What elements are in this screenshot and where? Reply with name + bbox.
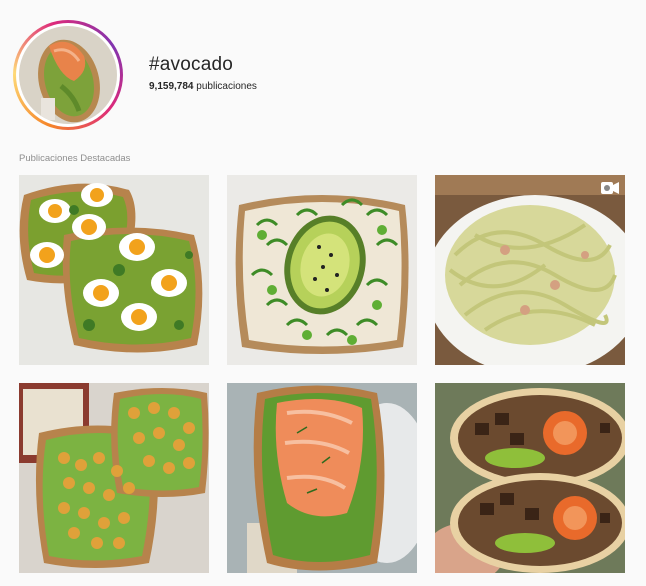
hashtag-title: #avocado	[149, 54, 234, 75]
post-tile[interactable]	[19, 175, 209, 365]
top-posts-heading: Publicaciones Destacadas	[19, 153, 131, 164]
egg-avocado-toast-image	[19, 175, 209, 365]
post-count: 9,159,784 publicaciones	[149, 81, 257, 92]
avocado-microgreens-toast-image	[227, 175, 417, 365]
shrimp-burrito-image	[435, 383, 625, 573]
salmon-avocado-toast-image	[227, 383, 417, 573]
post-tile[interactable]	[227, 383, 417, 573]
post-tile[interactable]	[227, 175, 417, 365]
post-count-label: publicaciones	[196, 81, 257, 92]
avocado-pasta-image	[435, 175, 625, 365]
post-tile[interactable]	[19, 383, 209, 573]
story-ring[interactable]	[13, 20, 123, 130]
video-icon	[601, 182, 619, 194]
post-tile[interactable]	[435, 175, 625, 365]
post-count-number: 9,159,784	[149, 81, 194, 92]
post-tile[interactable]	[435, 383, 625, 573]
chickpea-avocado-toast-image	[19, 383, 209, 573]
hashtag-avatar[interactable]	[19, 26, 117, 124]
hashtag-header: #avocado 9,159,784 publicaciones	[0, 0, 646, 140]
